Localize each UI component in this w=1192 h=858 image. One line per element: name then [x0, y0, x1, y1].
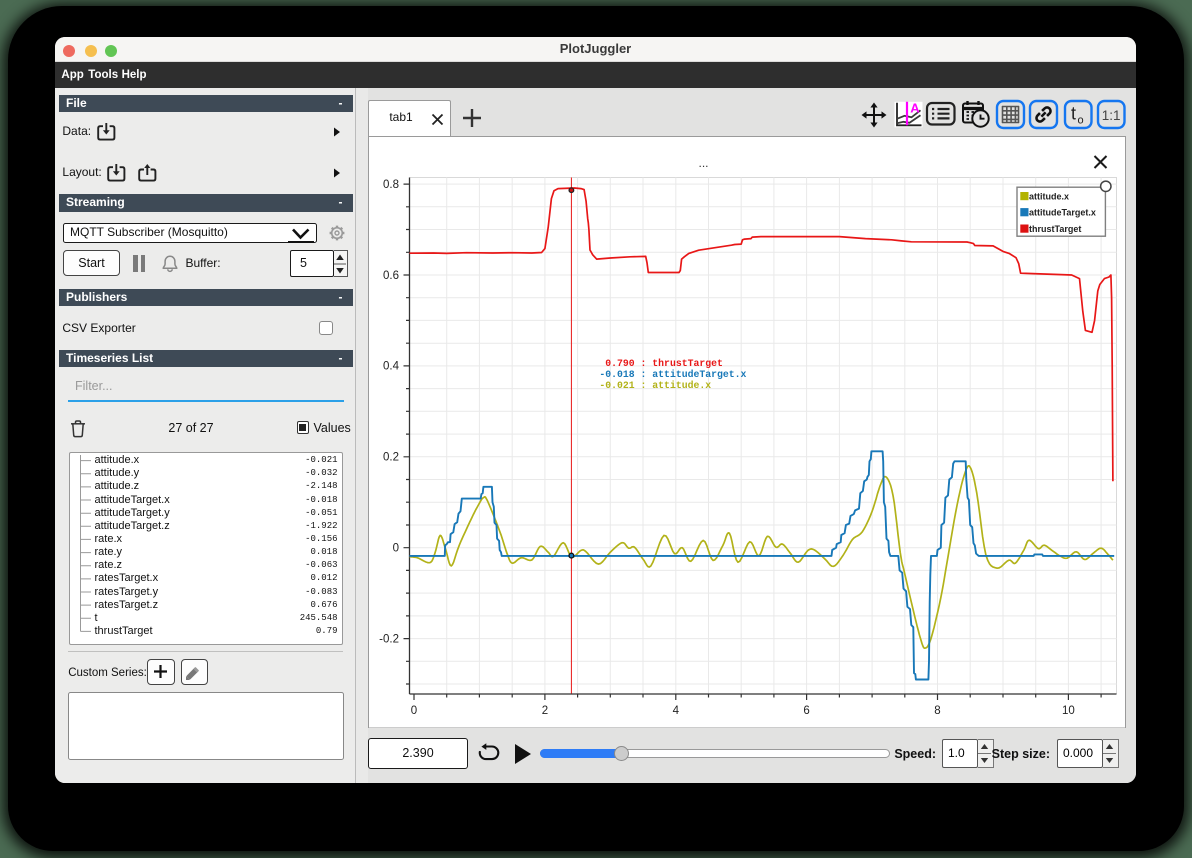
svg-text:0: 0 [392, 542, 398, 554]
svg-text:0: 0 [410, 705, 416, 717]
svg-text:attitude.x: attitude.x [1029, 191, 1069, 201]
svg-text:2: 2 [541, 705, 547, 717]
svg-text:8: 8 [934, 705, 940, 717]
svg-text:0.790 : thrustTarget: 0.790 : thrustTarget [599, 358, 722, 369]
svg-text:...: ... [698, 156, 708, 170]
svg-text:6: 6 [803, 705, 809, 717]
svg-text:-0.021 : attitude.x: -0.021 : attitude.x [599, 380, 711, 391]
svg-text:1:1: 1:1 [1102, 108, 1121, 123]
svg-text:thrustTarget: thrustTarget [1029, 224, 1081, 234]
svg-text:4: 4 [672, 705, 679, 717]
svg-text:o: o [1078, 115, 1084, 127]
svg-text:-0.018 : attitudeTarget.x: -0.018 : attitudeTarget.x [599, 369, 746, 380]
svg-text:10: 10 [1062, 705, 1075, 717]
svg-text:0.4: 0.4 [383, 360, 400, 372]
svg-text:-0.2: -0.2 [379, 633, 399, 645]
svg-text:0.2: 0.2 [383, 451, 399, 463]
svg-text:0.6: 0.6 [383, 269, 399, 281]
svg-text:attitudeTarget.x: attitudeTarget.x [1029, 207, 1096, 217]
svg-text:A: A [910, 100, 920, 115]
svg-text:t: t [1071, 104, 1076, 124]
svg-text:0.8: 0.8 [383, 178, 399, 190]
